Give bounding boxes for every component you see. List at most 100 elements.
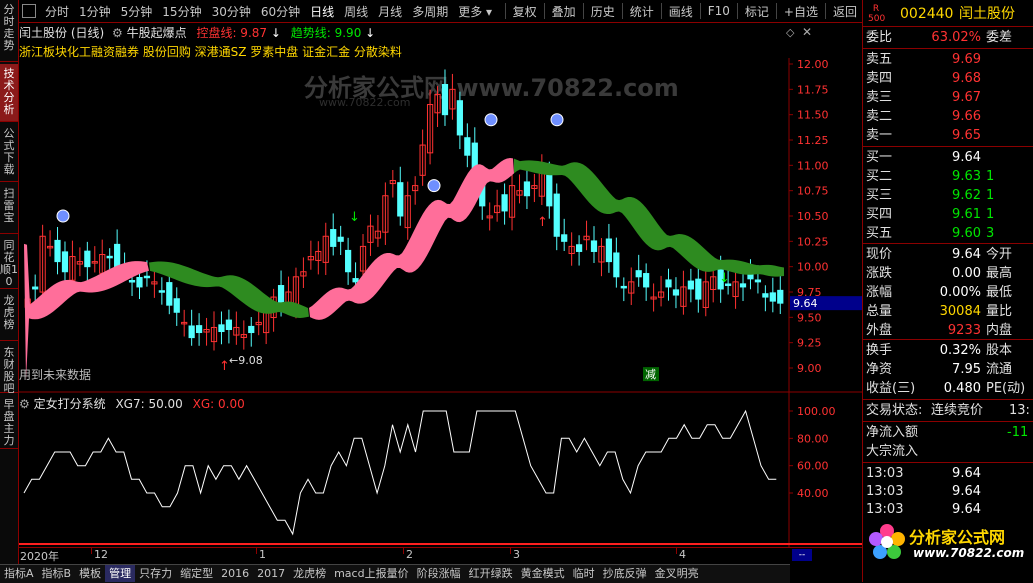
ask-row-2-label: 卖三 <box>866 90 893 105</box>
period-9[interactable]: 多周期 <box>407 3 453 20</box>
period-3[interactable]: 15分钟 <box>157 3 206 20</box>
candle-body <box>158 290 165 293</box>
badge-r: R <box>872 4 880 14</box>
stat-row-4-value: 9233 <box>947 323 981 338</box>
settings-gear-icon[interactable]: ⚙ <box>19 397 30 411</box>
sidebar-tab-7[interactable]: 早盘主力 <box>0 395 18 449</box>
sidebar-tab-5[interactable]: 龙虎榜 <box>0 291 18 341</box>
period-2[interactable]: 5分钟 <box>116 3 158 20</box>
x-axis-label: 1 <box>259 548 266 561</box>
watermark-small: www.70822.com <box>319 96 410 109</box>
sidebar-tab-6[interactable]: 东财股吧 <box>0 343 18 395</box>
ask-row-4: 卖一 9.65 <box>866 126 1033 145</box>
period-4[interactable]: 30分钟 <box>207 3 256 20</box>
subchart-title[interactable]: 定女打分系统 <box>34 397 106 411</box>
stat2-row-1: 净资 7.95 流通 <box>866 360 1033 379</box>
net-inflow-row: 净流入额 -11 <box>866 423 1033 442</box>
x-axis-tick <box>91 548 92 554</box>
control-line-label: 控盘线: 9.87 <box>196 26 268 40</box>
toolbar-action-7[interactable]: +自选 <box>779 3 823 20</box>
period-10[interactable]: 更多 ▾ <box>453 3 497 20</box>
period-6[interactable]: 日线 <box>305 3 339 20</box>
sidebar-tab-0[interactable]: 分时走势 <box>0 0 18 62</box>
tick-time: 13:03 <box>866 466 904 481</box>
ask-row-0: 卖五 9.69 <box>866 50 1033 69</box>
period-0[interactable]: 分时 <box>40 3 74 20</box>
toolbar-action-5[interactable]: F10 <box>703 4 735 18</box>
reduce-badge: 减 <box>645 368 656 381</box>
bottom-tab-2[interactable]: 模板 <box>75 565 105 582</box>
sidebar-tab-2[interactable]: 公式下载 <box>0 124 18 182</box>
bottom-tab-5[interactable]: 缩定型 <box>176 565 217 582</box>
settings-gear-icon[interactable]: ⚙ <box>112 26 123 40</box>
sidebar-tab-1[interactable]: 技术分析 <box>0 64 18 122</box>
indicator-name[interactable]: 牛股起爆点 <box>127 26 187 40</box>
tick-row: 13:03 9.64 <box>866 500 1033 519</box>
ask-row-2: 卖三 9.67 <box>866 88 1033 107</box>
bottom-tab-6[interactable]: 2016 <box>217 565 253 582</box>
bid-row-4: 买五 9.60 3 <box>866 224 1033 243</box>
tick-price: 9.64 <box>952 466 981 481</box>
score-line <box>23 409 777 536</box>
bottom-tab-11[interactable]: 红开绿跌 <box>465 565 517 582</box>
period-1[interactable]: 1分钟 <box>74 3 116 20</box>
candle-body <box>136 277 143 288</box>
y-tick-label: 10.75 <box>797 185 829 198</box>
bottom-tab-4[interactable]: 只存力 <box>135 565 176 582</box>
badge-num: 500 <box>868 14 886 24</box>
stat-row-3: 总量 30084 量比 <box>866 302 1033 321</box>
stat-row-0: 现价 9.64 今开 <box>866 245 1033 264</box>
toolbar-action-6[interactable]: 标记 <box>740 3 774 20</box>
weicha-label: 委差 <box>986 30 1013 45</box>
ask-row-3-value: 9.66 <box>952 109 981 124</box>
y-tick-label: 10.25 <box>797 235 829 248</box>
chart-close-icon[interactable]: ✕ <box>802 25 812 39</box>
bottom-tab-3[interactable]: 管理 <box>105 565 136 582</box>
period-8[interactable]: 月线 <box>373 3 407 20</box>
stat-row-0-extra: 今开 <box>986 247 1013 262</box>
candle-body <box>546 174 553 207</box>
bottom-tab-1[interactable]: 指标B <box>38 565 76 582</box>
tick-time: 13:03 <box>866 502 904 517</box>
candle-body <box>456 100 463 136</box>
bottom-tab-7[interactable]: 2017 <box>253 565 289 582</box>
sidebar-tab-4[interactable]: 同花顺10 <box>0 236 18 289</box>
candle-body <box>613 252 620 278</box>
toolbar-action-2[interactable]: 历史 <box>586 3 620 20</box>
bottom-tab-14[interactable]: 抄底反弹 <box>599 565 651 582</box>
toolbar-action-8[interactable]: 返回 <box>828 3 862 20</box>
trade-status-row: 交易状态: 连续竞价 13: <box>866 401 1033 420</box>
chart-options-diamond-icon[interactable]: ◇ <box>786 26 794 39</box>
bottom-tab-0[interactable]: 指标A <box>0 565 38 582</box>
kline-chart[interactable]: 分析家公式网 www.70822.comwww.70822.com12.0011… <box>19 58 862 547</box>
tick-row: 13:03 9.64 <box>866 482 1033 501</box>
sidebar-tab-3[interactable]: 扫雷宝 <box>0 184 18 234</box>
candle-body <box>397 182 404 217</box>
low-price-label: ←9.08 <box>229 354 263 367</box>
warning-face-icon <box>484 113 498 127</box>
toolbar-action-4[interactable]: 画线 <box>664 3 698 20</box>
toolbar-action-3[interactable]: 统计 <box>625 3 659 20</box>
toolbar-action-0[interactable]: 复权 <box>508 3 542 20</box>
stat2-row-2-extra: PE(动) <box>986 381 1026 396</box>
period-7[interactable]: 周线 <box>339 3 373 20</box>
candle-body <box>352 278 359 283</box>
toolbar-action-1[interactable]: 叠加 <box>547 3 581 20</box>
stat-row-1-value: 0.00 <box>952 266 981 281</box>
up-arrow-icon: ↑ <box>219 359 230 374</box>
bottom-tab-13[interactable]: 临时 <box>569 565 599 582</box>
scroll-button[interactable]: -- <box>792 549 812 561</box>
trade-status-label: 交易状态: <box>866 403 923 418</box>
bottom-tab-12[interactable]: 黄金模式 <box>517 565 569 582</box>
candle-body <box>590 240 598 252</box>
bottom-tab-8[interactable]: 龙虎榜 <box>289 565 330 582</box>
bottom-tab-10[interactable]: 阶段涨幅 <box>413 565 465 582</box>
weibi-label: 委比 <box>866 30 893 45</box>
weibi-value: 63.02% <box>931 30 981 45</box>
stat-row-2-label: 涨幅 <box>866 285 893 300</box>
layout-icon[interactable] <box>22 4 36 18</box>
bottom-tab-15[interactable]: 金叉明亮 <box>651 565 703 582</box>
bid-row-3-value: 9.61 <box>952 207 981 222</box>
bottom-tab-9[interactable]: macd上报量价 <box>330 565 413 582</box>
period-5[interactable]: 60分钟 <box>256 3 305 20</box>
